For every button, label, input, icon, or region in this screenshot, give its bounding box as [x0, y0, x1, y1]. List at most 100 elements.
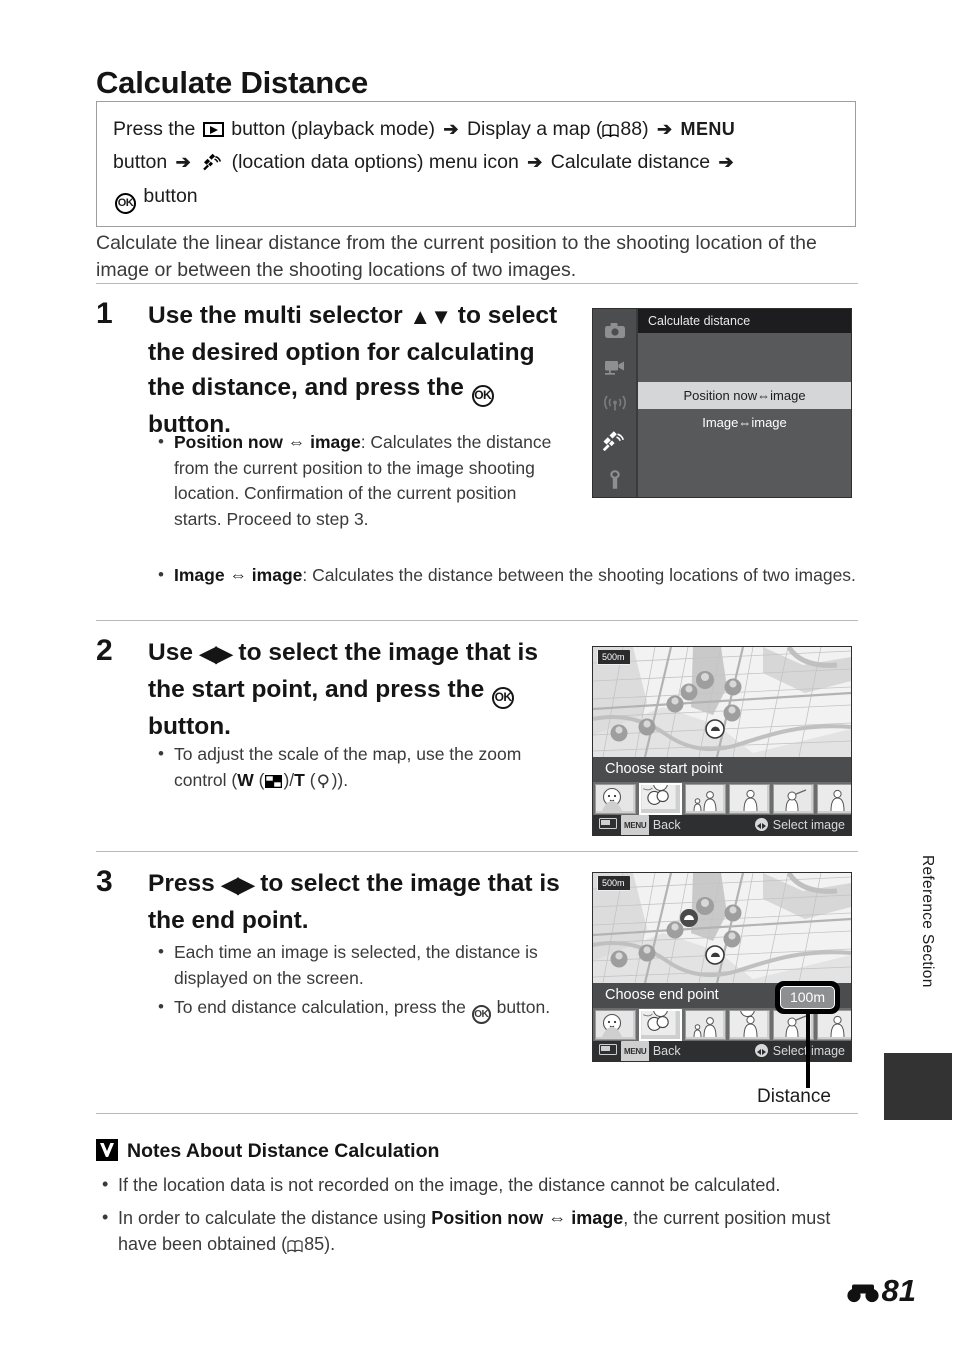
location-data-options-icon[interactable]: [602, 430, 627, 456]
reference-section-label: Reference Section: [919, 855, 936, 988]
option-label-image-image: Image ⇔ image: [174, 565, 303, 585]
arrow-icon-4: ➔: [527, 152, 543, 172]
wireless-menu-icon[interactable]: [603, 393, 627, 417]
page-title: Calculate Distance: [96, 64, 369, 100]
note-2-pre: In order to calculate the distance using: [118, 1208, 432, 1228]
nav-text-6: (location data options) menu icon: [231, 151, 519, 173]
thumbnail-2-selected-end[interactable]: [639, 1009, 682, 1041]
menu-option-image-image[interactable]: Image⇔image: [638, 409, 851, 436]
nav-text-3: Display a map (: [466, 118, 603, 140]
map-screen-start-point[interactable]: 500m Choose start point ▶ MENU Back Sele…: [592, 646, 852, 836]
thumbnail-4[interactable]: [729, 784, 770, 814]
battery-icon-start: [599, 818, 617, 829]
shooting-menu-camera-icon[interactable]: [604, 322, 626, 344]
step-1-text-a: Use the multi selector: [148, 302, 403, 329]
thumbnail-6[interactable]: [817, 784, 851, 814]
thumbnail-1[interactable]: [595, 784, 636, 814]
step-3-bullet-2-text: To end distance calculation, press the: [174, 997, 466, 1017]
step-1-bullet-1: Position now ⇔ image: Calculates the dis…: [152, 429, 562, 532]
movie-menu-icon[interactable]: [603, 357, 627, 380]
map-screen-end-point[interactable]: 500m Choose end point ▶ MENU Back Select…: [592, 872, 852, 1062]
notes-heading: Notes About Distance Calculation: [96, 1139, 439, 1163]
arrow-icon: ➔: [443, 119, 459, 139]
magnify-icon: [317, 771, 331, 797]
menu-button-label: MENU: [680, 119, 736, 139]
notes-heading-text: Notes About Distance Calculation: [127, 1140, 440, 1162]
satellite-icon: [202, 151, 223, 181]
ok-button-icon-step3: OK: [471, 1005, 491, 1024]
thumbnail-2-selected[interactable]: [639, 783, 682, 815]
thumbnail-4-end[interactable]: [729, 1010, 770, 1040]
note-2-tail: ).: [324, 1234, 336, 1254]
left-right-arrows-icon: ◀▶: [199, 641, 233, 666]
select-image-control-end[interactable]: Select image: [754, 1041, 845, 1061]
thumbnail-3-end[interactable]: [685, 1010, 726, 1040]
arrow-icon-5: ➔: [718, 152, 734, 172]
nav-text-1: Press the: [113, 118, 196, 140]
camera-menu-screen[interactable]: Calculate distance Position now⇔image Im…: [592, 308, 852, 498]
nav-text-8: button: [143, 185, 198, 207]
multi-selector-icon-start: [754, 818, 768, 831]
divider-3: [96, 851, 858, 852]
map-bottom-bar-start: MENU Back Select image: [593, 815, 851, 835]
thumbnail-view-icon: [265, 770, 283, 788]
wide-label: W: [237, 769, 254, 790]
distance-value: 100m: [779, 986, 835, 1009]
nav-text-7: Calculate distance: [550, 151, 711, 173]
menu-option-position-now-image[interactable]: Position now⇔image: [638, 382, 851, 409]
select-image-label-start: Select image: [772, 818, 845, 832]
arrow-icon-2: ➔: [657, 119, 673, 139]
zoom-tail: )).: [331, 769, 349, 790]
back-control-start[interactable]: MENU Back: [593, 815, 681, 835]
notes-list: If the location data is not recorded on …: [96, 1171, 858, 1267]
ok-button-icon-step2: OK: [492, 686, 515, 709]
map-graphic-end: [593, 873, 851, 983]
step-3-bullet-1: Each time an image is selected, the dist…: [152, 939, 562, 991]
back-control-end[interactable]: MENU Back: [593, 1041, 681, 1061]
battery-icon: [604, 495, 626, 497]
map-graphic-start: [593, 647, 851, 757]
callout-leader-line: [806, 1010, 810, 1088]
note-item-2: In order to calculate the distance using…: [96, 1204, 858, 1260]
step-3-heading: Press ◀▶ to select the image that is the…: [148, 866, 568, 938]
multi-selector-icon-end: [754, 1044, 768, 1057]
ok-button-icon-step1: OK: [471, 385, 494, 407]
page-number: 81: [845, 1273, 916, 1311]
ok-button-icon: OK: [115, 193, 136, 214]
tele-label: T: [294, 769, 305, 790]
step-2-text-c: button.: [148, 712, 231, 740]
arrow-icon-3: ➔: [175, 152, 191, 172]
nav-ref-page-1: 88: [620, 118, 643, 140]
back-label-end: Back: [652, 1044, 681, 1058]
thumbnail-3[interactable]: [685, 784, 726, 814]
menu-options-list: Position now⇔image Image⇔image: [638, 333, 851, 497]
play-button-icon: [202, 122, 224, 137]
divider-4: [96, 1113, 858, 1114]
step-2-text-a: Use: [148, 639, 193, 666]
thumbnail-5[interactable]: [773, 784, 814, 814]
step-1-heading: Use the multi selector ▲▼ to select the …: [148, 298, 563, 443]
note-2-ref: 85: [304, 1234, 325, 1254]
nav-text-2: button (playback mode): [231, 118, 435, 140]
step-2-number: 2: [96, 634, 113, 667]
step-1-bullets-2: Image ⇔ image: Calculates the distance b…: [152, 562, 858, 593]
note-1-text: If the location data is not recorded on …: [118, 1175, 781, 1195]
option-label-position-now: Position now ⇔ image: [174, 432, 361, 452]
map-scale-indicator-start: 500m: [597, 650, 630, 665]
note-2-bold: Position now ⇔ image: [431, 1208, 624, 1228]
thumbnail-1-end[interactable]: [595, 1010, 636, 1040]
left-right-arrows-icon-3: ◀▶: [221, 872, 255, 897]
map-bottom-bar-end: MENU Back Select image: [593, 1041, 851, 1061]
menu-screen-title: Calculate distance: [638, 309, 851, 333]
map-view-end[interactable]: 500m: [593, 873, 851, 983]
setup-menu-wrench-icon[interactable]: [606, 469, 624, 495]
step-3-text-a: Press: [148, 870, 215, 897]
menu-chip-end: MENU: [621, 1041, 650, 1061]
menu-chip-start: MENU: [621, 815, 650, 835]
thumbnail-6-end[interactable]: [817, 1010, 851, 1040]
step-1-number: 1: [96, 297, 113, 330]
step-2-bullet-1: To adjust the scale of the map, use the …: [152, 741, 542, 797]
map-view-start[interactable]: 500m: [593, 647, 851, 757]
select-image-control-start[interactable]: Select image: [754, 815, 845, 835]
thumbnail-strip-start[interactable]: ▶: [593, 782, 851, 816]
